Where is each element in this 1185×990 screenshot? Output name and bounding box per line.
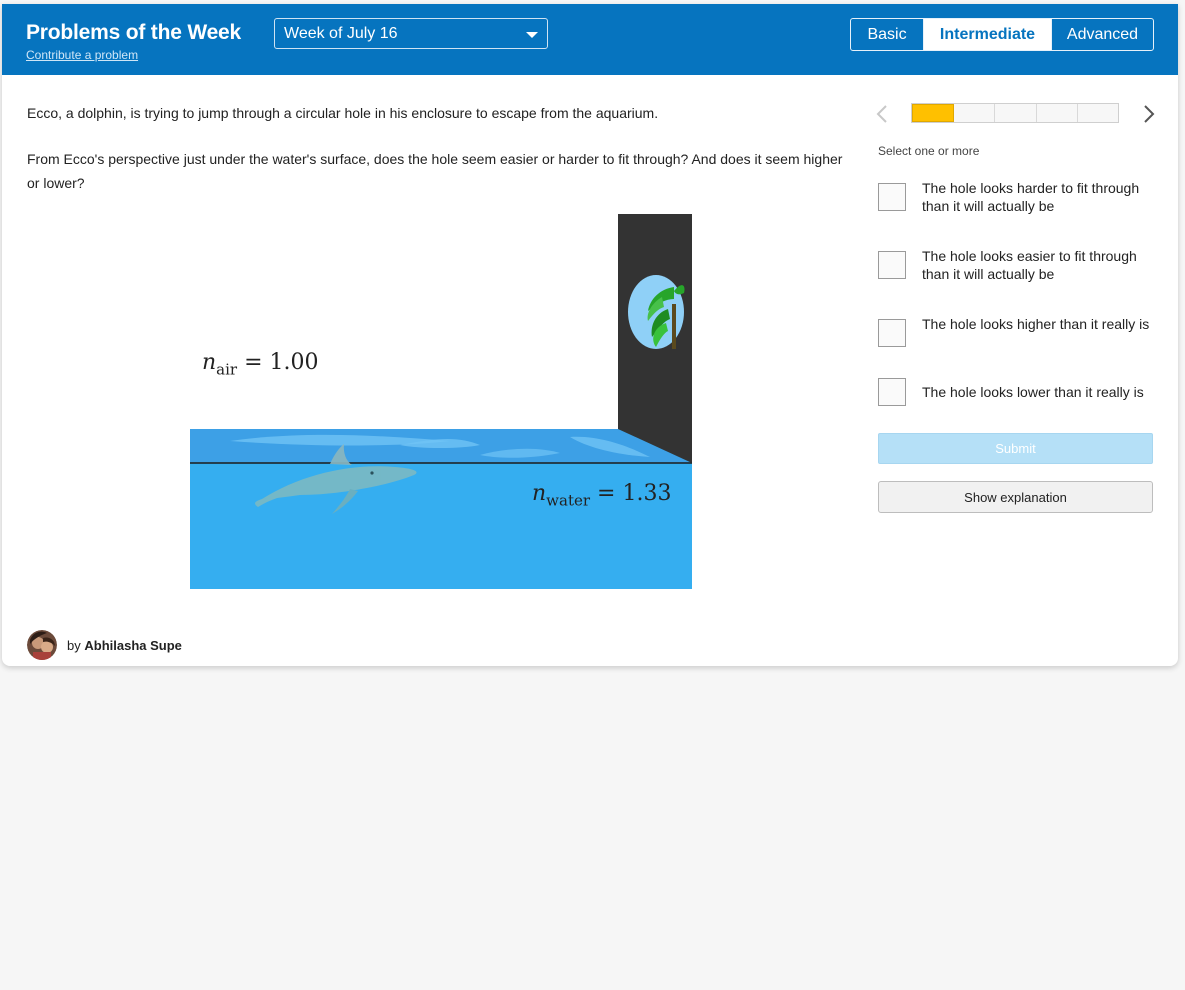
level-basic-button[interactable]: Basic — [851, 19, 924, 50]
author-prefix: by — [67, 637, 81, 653]
problem-paragraph-1: Ecco, a dolphin, is trying to jump throu… — [27, 105, 659, 121]
level-advanced-button[interactable]: Advanced — [1051, 19, 1153, 50]
n-air-symbol: n — [202, 350, 217, 375]
option-label: The hole looks lower than it really is — [922, 384, 1144, 400]
week-dropdown[interactable]: Week of July 16 — [274, 18, 548, 49]
n-air-label: nair = 1.00 — [202, 350, 319, 378]
option-label: The hole looks easier to fit through tha… — [922, 248, 1137, 282]
option-checkbox[interactable] — [878, 319, 906, 347]
n-water-subscript: water — [546, 491, 591, 510]
n-water-value: = 1.33 — [597, 481, 672, 506]
page-title: Problems of the Week — [26, 21, 242, 44]
progress-segment[interactable] — [995, 104, 1037, 122]
header-bar: Problems of the Week Contribute a proble… — [2, 4, 1178, 75]
author-credit: by Abhilasha Supe — [27, 630, 182, 660]
select-hint: Select one or more — [878, 144, 980, 158]
option-checkbox[interactable] — [878, 251, 906, 279]
option-lower[interactable]: The hole looks lower than it really is — [878, 378, 1158, 408]
chevron-right-icon[interactable] — [1143, 104, 1155, 130]
aquarium-figure — [190, 214, 692, 589]
n-water-symbol: n — [532, 481, 547, 506]
chevron-left-icon[interactable] — [876, 104, 888, 130]
level-intermediate-button[interactable]: Intermediate — [924, 19, 1051, 50]
show-explanation-button[interactable]: Show explanation — [878, 481, 1153, 513]
progress-segment-current[interactable] — [912, 104, 955, 122]
level-selector: Basic Intermediate Advanced — [850, 18, 1154, 51]
option-harder[interactable]: The hole looks harder to fit through tha… — [878, 180, 1158, 215]
option-easier[interactable]: The hole looks easier to fit through tha… — [878, 248, 1158, 283]
author-byline: by Abhilasha Supe — [67, 638, 182, 653]
chevron-down-icon — [526, 32, 538, 38]
option-higher[interactable]: The hole looks higher than it really is — [878, 316, 1158, 351]
author-name[interactable]: Abhilasha Supe — [84, 638, 182, 653]
option-label: The hole looks higher than it really is — [922, 316, 1150, 332]
problem-card: Problems of the Week Contribute a proble… — [2, 4, 1178, 666]
progress-segment[interactable] — [1037, 104, 1078, 122]
option-label: The hole looks harder to fit through tha… — [922, 180, 1140, 214]
progress-segment[interactable] — [954, 104, 996, 122]
n-air-subscript: air — [216, 360, 238, 379]
n-air-value: = 1.00 — [244, 350, 319, 375]
problem-illustration: nair = 1.00 nwater = 1.33 — [190, 209, 692, 589]
option-checkbox[interactable] — [878, 183, 906, 211]
option-checkbox[interactable] — [878, 378, 906, 406]
problem-paragraph-2: From Ecco's perspective just under the w… — [27, 151, 843, 191]
progress-segment[interactable] — [1078, 104, 1118, 122]
n-water-label: nwater = 1.33 — [532, 481, 671, 509]
progress-bar — [911, 103, 1119, 123]
submit-button[interactable]: Submit — [878, 433, 1153, 464]
avatar[interactable] — [27, 630, 57, 660]
contribute-link[interactable]: Contribute a problem — [26, 48, 138, 62]
week-dropdown-value: Week of July 16 — [284, 25, 398, 42]
